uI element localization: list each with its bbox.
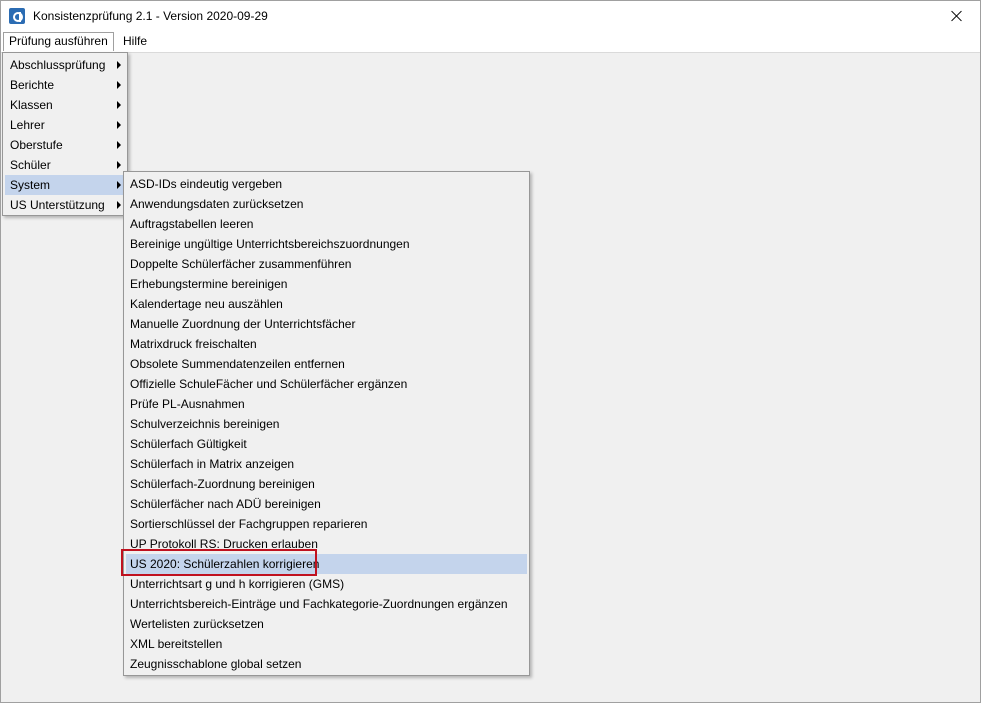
submenu-item[interactable]: Unterrichtsbereich-Einträge und Fachkate… xyxy=(126,594,527,614)
menu-hilfe[interactable]: Hilfe xyxy=(118,32,152,51)
submenu-item[interactable]: Kalendertage neu auszählen xyxy=(126,294,527,314)
menu-item-klassen[interactable]: Klassen xyxy=(5,95,125,115)
chevron-right-icon xyxy=(117,201,121,209)
menu-item-label: Abschlussprüfung xyxy=(10,58,106,72)
menu-item-schueler[interactable]: Schüler xyxy=(5,155,125,175)
menu-pruefung-ausfuehren[interactable]: Prüfung ausführen xyxy=(3,32,114,51)
chevron-right-icon xyxy=(117,161,121,169)
submenu-item[interactable]: Sortierschlüssel der Fachgruppen reparie… xyxy=(126,514,527,534)
menu-item-berichte[interactable]: Berichte xyxy=(5,75,125,95)
menu-item-us-unterstuetzung[interactable]: US Unterstützung xyxy=(5,195,125,215)
menu-item-label: Schüler xyxy=(10,158,51,172)
submenu-item[interactable]: Unterrichtsart g und h korrigieren (GMS) xyxy=(126,574,527,594)
submenu-item[interactable]: Anwendungsdaten zurücksetzen xyxy=(126,194,527,214)
chevron-right-icon xyxy=(117,141,121,149)
submenu-item[interactable]: Schulverzeichnis bereinigen xyxy=(126,414,527,434)
menu-item-label: US Unterstützung xyxy=(10,198,105,212)
submenu-item[interactable]: Obsolete Summendatenzeilen entfernen xyxy=(126,354,527,374)
submenu-item[interactable]: Schülerfach in Matrix anzeigen xyxy=(126,454,527,474)
submenu-item[interactable]: Prüfe PL-Ausnahmen xyxy=(126,394,527,414)
chevron-right-icon xyxy=(117,81,121,89)
menu-item-label: System xyxy=(10,178,51,192)
submenu-item[interactable]: Matrixdruck freischalten xyxy=(126,334,527,354)
chevron-right-icon xyxy=(117,101,121,109)
submenu-item[interactable]: ASD-IDs eindeutig vergeben xyxy=(126,174,527,194)
menu-item-system[interactable]: System xyxy=(5,175,125,195)
chevron-right-icon xyxy=(117,61,121,69)
system-submenu: ASD-IDs eindeutig vergeben Anwendungsdat… xyxy=(123,171,530,676)
menu-item-oberstufe[interactable]: Oberstufe xyxy=(5,135,125,155)
menu-item-label: Lehrer xyxy=(10,118,45,132)
pruefung-dropdown-menu: Abschlussprüfung Berichte Klassen Lehrer… xyxy=(2,52,128,216)
submenu-item[interactable]: Offizielle SchuleFächer und Schülerfäche… xyxy=(126,374,527,394)
submenu-item[interactable]: Schülerfächer nach ADÜ bereinigen xyxy=(126,494,527,514)
menu-bar: Prüfung ausführen Hilfe xyxy=(1,31,980,53)
menu-item-label: Berichte xyxy=(10,78,55,92)
menu-item-label: Oberstufe xyxy=(10,138,63,152)
chevron-right-icon xyxy=(117,121,121,129)
menu-item-lehrer[interactable]: Lehrer xyxy=(5,115,125,135)
title-bar: Konsistenzprüfung 2.1 - Version 2020-09-… xyxy=(1,1,980,31)
close-icon[interactable] xyxy=(934,1,980,31)
submenu-item[interactable]: Schülerfach-Zuordnung bereinigen xyxy=(126,474,527,494)
submenu-item[interactable]: Erhebungstermine bereinigen xyxy=(126,274,527,294)
window-title: Konsistenzprüfung 2.1 - Version 2020-09-… xyxy=(33,9,268,23)
submenu-item[interactable]: Bereinige ungültige Unterrichtsbereichsz… xyxy=(126,234,527,254)
menu-item-label: Klassen xyxy=(10,98,53,112)
submenu-item[interactable]: Auftragstabellen leeren xyxy=(126,214,527,234)
submenu-item[interactable]: XML bereitstellen xyxy=(126,634,527,654)
submenu-item[interactable]: Schülerfach Gültigkeit xyxy=(126,434,527,454)
submenu-item[interactable]: Doppelte Schülerfächer zusammenführen xyxy=(126,254,527,274)
submenu-item[interactable]: Zeugnisschablone global setzen xyxy=(126,654,527,674)
submenu-item-us2020-schuelerzahlen[interactable]: US 2020: Schülerzahlen korrigieren xyxy=(126,554,527,574)
app-logo-icon xyxy=(9,8,25,24)
submenu-item[interactable]: Manuelle Zuordnung der Unterrichtsfächer xyxy=(126,314,527,334)
submenu-item[interactable]: UP Protokoll RS: Drucken erlauben xyxy=(126,534,527,554)
submenu-item[interactable]: Wertelisten zurücksetzen xyxy=(126,614,527,634)
menu-item-abschlusspruefung[interactable]: Abschlussprüfung xyxy=(5,55,125,75)
chevron-right-icon xyxy=(117,181,121,189)
